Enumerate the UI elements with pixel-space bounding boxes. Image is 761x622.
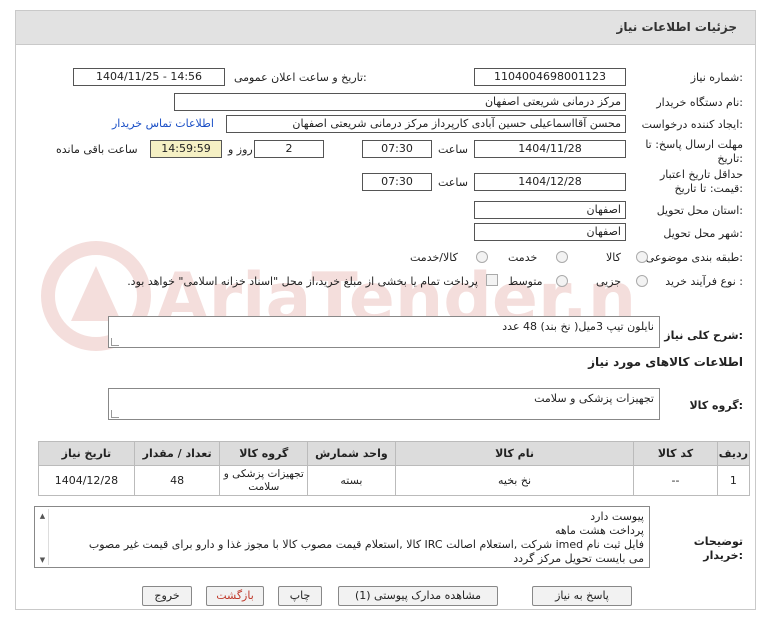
title-bar: جزئیات اطلاعات نیاز bbox=[16, 11, 755, 45]
table-header-row: ردیف کد کالا نام کالا واحد شمارش گروه کا… bbox=[38, 441, 751, 466]
province-field: اصفهان bbox=[474, 201, 626, 219]
announce-label: تاریخ و ساعت اعلان عمومی: bbox=[234, 71, 367, 84]
goods-section-title: اطلاعات کالاهای مورد نیاز bbox=[588, 355, 743, 369]
cell-group: تجهیزات پزشکی و سلامت bbox=[219, 465, 309, 496]
exit-button[interactable]: خروج bbox=[142, 586, 192, 606]
category-option-service: خدمت bbox=[508, 251, 538, 264]
table-row[interactable]: 1 -- نخ بخیه بسته تجهیزات پزشکی و سلامت … bbox=[38, 465, 751, 496]
cell-row: 1 bbox=[716, 465, 751, 496]
category-radio-service[interactable] bbox=[556, 251, 568, 263]
category-label: طبقه بندی موضوعی: bbox=[645, 251, 743, 264]
resize-handle-icon[interactable] bbox=[111, 410, 119, 418]
goods-group-textarea[interactable]: تجهیزات پزشکی و سلامت bbox=[108, 388, 660, 420]
col-code-header: کد کالا bbox=[633, 441, 718, 466]
remaining-time-field: 14:59:59 bbox=[150, 140, 222, 158]
notes-scrollbar[interactable]: ▲ ▼ bbox=[37, 509, 49, 565]
process-option-medium: متوسط bbox=[508, 275, 543, 288]
category-option-goods: کالا bbox=[606, 251, 621, 264]
category-radio-both[interactable] bbox=[476, 251, 488, 263]
need-number-field: 1104004698001123 bbox=[474, 68, 626, 86]
goods-group-label: گروه کالا: bbox=[689, 399, 743, 412]
cell-unit: بسته bbox=[307, 465, 396, 496]
city-field: اصفهان bbox=[474, 223, 626, 241]
reply-button[interactable]: پاسخ به نیاز bbox=[532, 586, 632, 606]
process-radio-minor[interactable] bbox=[636, 275, 648, 287]
treasury-payment-note: پرداخت تمام یا بخشی از مبلغ خرید،از محل … bbox=[127, 275, 478, 288]
buyer-org-label: نام دستگاه خریدار: bbox=[656, 96, 743, 109]
col-row-header: ردیف bbox=[716, 441, 751, 466]
requester-field: محسن آقااسماعیلی حسین آبادی کارپرداز مرک… bbox=[226, 115, 626, 133]
deadline-label-date: تاریخ: bbox=[717, 152, 743, 165]
days-label: روز و bbox=[228, 143, 253, 156]
category-radio-goods[interactable] bbox=[636, 251, 648, 263]
process-radio-medium[interactable] bbox=[556, 275, 568, 287]
deadline-label: مهلت ارسال پاسخ: تا bbox=[645, 138, 743, 151]
contact-buyer-link[interactable]: اطلاعات تماس خریدار bbox=[112, 117, 214, 130]
description-label: شرح کلی نیاز: bbox=[664, 329, 743, 342]
buyer-note-line: پرداخت هشت ماهه bbox=[554, 524, 644, 537]
requester-label: ایجاد کننده درخواست: bbox=[641, 118, 743, 131]
deadline-date-field: 1404/11/28 bbox=[474, 140, 626, 158]
buyer-note-line: می بایست تحویل مرکز گردد bbox=[513, 552, 644, 565]
back-button[interactable]: بازگشت bbox=[206, 586, 264, 606]
buyer-org-field: مرکز درمانی شریعتی اصفهان bbox=[174, 93, 626, 111]
days-field: 2 bbox=[254, 140, 324, 158]
details-panel: جزئیات اطلاعات نیاز AriaTender.neT شماره… bbox=[15, 10, 756, 610]
announce-field: 1404/11/25 - 14:56 bbox=[73, 68, 225, 86]
cell-qty: 48 bbox=[133, 465, 221, 496]
goods-table: ردیف کد کالا نام کالا واحد شمارش گروه کا… bbox=[38, 441, 751, 496]
validity-time-label: ساعت bbox=[438, 176, 468, 189]
buyer-note-line: فایل ثبت نام imed شرکت ,استعلام اصالت IR… bbox=[88, 538, 644, 551]
goods-group-text: تجهیزات پزشکی و سلامت bbox=[534, 392, 654, 405]
validity-label: حداقل تاریخ اعتبار bbox=[659, 168, 743, 181]
validity-time-field: 07:30 bbox=[362, 173, 432, 191]
validity-label-date: قیمت: تا تاریخ: bbox=[674, 182, 743, 195]
need-number-label: شماره نیاز: bbox=[690, 71, 743, 84]
buyer-notes-label-2: خریدار: bbox=[703, 549, 743, 562]
description-textarea[interactable]: نایلون تیپ 3میل( نخ بند) 48 عدد bbox=[108, 316, 660, 348]
city-label: شهر محل تحویل: bbox=[663, 227, 743, 240]
buyer-note-line: پیوست دارد bbox=[590, 510, 644, 523]
scroll-down-icon[interactable]: ▼ bbox=[37, 553, 48, 567]
cell-date: 1404/12/28 bbox=[38, 465, 135, 496]
col-qty-header: تعداد / مقدار bbox=[133, 441, 221, 466]
buyer-notes-label: توضیحات bbox=[693, 535, 743, 548]
cell-code: -- bbox=[633, 465, 718, 496]
col-group-header: گروه کالا bbox=[219, 441, 309, 466]
category-option-both: کالا/خدمت bbox=[410, 251, 458, 264]
col-date-header: تاریخ نیاز bbox=[38, 441, 135, 466]
deadline-time-label: ساعت bbox=[438, 143, 468, 156]
col-unit-header: واحد شمارش bbox=[307, 441, 396, 466]
description-text: نایلون تیپ 3میل( نخ بند) 48 عدد bbox=[502, 320, 654, 333]
validity-date-field: 1404/12/28 bbox=[474, 173, 626, 191]
page-title: جزئیات اطلاعات نیاز bbox=[616, 20, 737, 34]
province-label: استان محل تحویل: bbox=[656, 204, 743, 217]
deadline-time-field: 07:30 bbox=[362, 140, 432, 158]
buyer-notes-textarea[interactable]: پیوست دارد پرداخت هشت ماهه فایل ثبت نام … bbox=[34, 506, 650, 568]
print-button[interactable]: چاپ bbox=[278, 586, 322, 606]
process-label: نوع فرآیند خرید : bbox=[665, 275, 743, 288]
remaining-label: ساعت باقی مانده bbox=[56, 143, 138, 156]
col-name-header: نام کالا bbox=[394, 441, 635, 466]
scroll-up-icon[interactable]: ▲ bbox=[37, 509, 48, 523]
attachments-button[interactable]: مشاهده مدارک پیوستی (1) bbox=[338, 586, 498, 606]
cell-name: نخ بخیه bbox=[394, 465, 635, 496]
resize-handle-icon[interactable] bbox=[111, 338, 119, 346]
treasury-payment-checkbox[interactable] bbox=[486, 274, 498, 286]
process-option-minor: جزیی bbox=[596, 275, 622, 288]
